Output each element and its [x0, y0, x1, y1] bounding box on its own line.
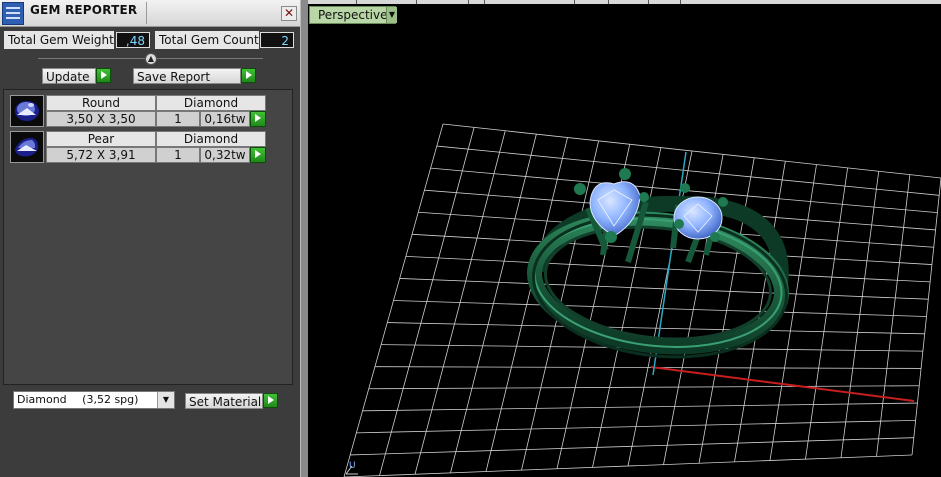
material-select-value: Diamond	[17, 393, 67, 406]
grid-line	[805, 167, 849, 460]
axis-label: U	[349, 461, 356, 471]
total-gem-weight-label: Total Gem Weight	[4, 31, 114, 49]
grid-line	[343, 454, 913, 477]
total-gem-count-label: Total Gem Count	[155, 31, 259, 49]
save-report-button[interactable]: Save Report	[133, 68, 241, 84]
material-select-spg: (3,52 spg)	[82, 393, 139, 406]
x-axis-line	[650, 366, 915, 402]
gem-list: Round Diamond 3,50 X 3,50 1 0,16tw Pear …	[3, 89, 293, 385]
ring-3d-scene: U	[343, 123, 941, 477]
update-button[interactable]: Update	[42, 68, 96, 84]
ground-grid	[343, 123, 941, 477]
gem-row[interactable]: Pear Diamond 5,72 X 3,91 1 0,32tw	[10, 131, 270, 163]
gem-shape: Round	[46, 95, 156, 111]
gem-row[interactable]: Round Diamond 3,50 X 3,50 1 0,16tw	[10, 95, 270, 127]
set-material-button[interactable]: Set Material	[185, 393, 263, 409]
gem-select-play-icon[interactable]	[250, 147, 266, 163]
view-mode-dropdown[interactable]: Perspective ▼	[309, 6, 397, 24]
gem-weight: 0,32tw	[200, 147, 250, 163]
collapse-handle[interactable]: ▲	[145, 53, 157, 65]
grid-line	[362, 402, 918, 412]
gem-thumbnail-icon	[10, 95, 44, 127]
title-bar: GEM REPORTER ✕	[0, 0, 300, 27]
grid-line	[387, 322, 925, 335]
gem-material: Diamond	[156, 95, 266, 111]
chevron-down-icon[interactable]: ▼	[386, 7, 397, 23]
gem-weight: 0,16tw	[200, 111, 250, 127]
gem-reporter-panel: GEM REPORTER ✕ Total Gem Weight ,48 Tota…	[0, 0, 300, 477]
total-gem-count-value: 2	[260, 32, 294, 48]
total-gem-weight-value: ,48	[116, 32, 150, 48]
gem-size: 3,50 X 3,50	[46, 111, 156, 127]
panel-title: GEM REPORTER	[30, 3, 138, 17]
gem-quantity: 1	[156, 111, 200, 127]
perspective-viewport[interactable]: U Perspective ▼	[308, 0, 941, 477]
gem-quantity: 1	[156, 147, 200, 163]
view-mode-label: Perspective	[318, 8, 388, 22]
save-report-play-icon[interactable]	[241, 68, 256, 83]
panel-divider[interactable]	[300, 0, 308, 477]
grid-line	[350, 437, 914, 456]
gem-material: Diamond	[156, 131, 266, 147]
gem-shape: Pear	[46, 131, 156, 147]
material-select[interactable]: Diamond (3,52 spg) ▼	[13, 391, 175, 409]
gem-size: 5,72 X 3,91	[46, 147, 156, 163]
grid-line	[356, 419, 916, 434]
update-play-icon[interactable]	[96, 68, 111, 83]
gem-select-play-icon[interactable]	[250, 111, 266, 127]
gem-thumbnail-icon	[10, 131, 44, 163]
close-icon[interactable]: ✕	[281, 6, 297, 21]
app-icon	[2, 2, 24, 25]
title-divider	[146, 2, 147, 24]
chevron-down-icon[interactable]: ▼	[157, 392, 174, 408]
set-material-play-icon[interactable]	[263, 393, 278, 408]
